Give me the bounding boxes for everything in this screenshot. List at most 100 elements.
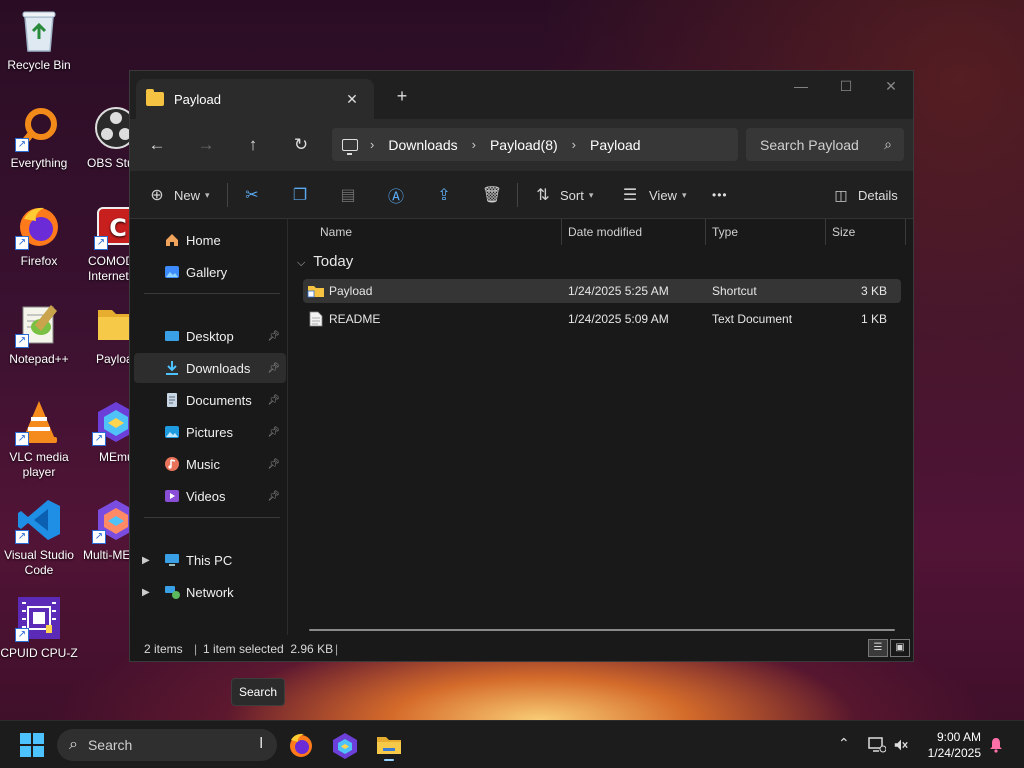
cut-button[interactable]: ✂ [241, 181, 263, 209]
search-input[interactable]: Search Payload ⌕ [746, 128, 904, 161]
close-window-button[interactable]: ✕ [868, 71, 914, 103]
videos-icon [165, 490, 179, 502]
desktop-icon-notepadpp[interactable]: ↗ Notepad++ [0, 300, 78, 367]
show-hidden-icons-button[interactable]: ⌃ [838, 735, 850, 752]
column-header-size[interactable]: Size [832, 219, 855, 245]
column-divider[interactable] [825, 219, 826, 245]
sidebar-divider [144, 293, 280, 294]
notepadpp-icon: ↗ [15, 300, 63, 348]
sidebar-item-desktop[interactable]: Desktop 📌︎ [134, 321, 286, 351]
desktop-icon-obs[interactable]: OBS Stu [78, 104, 130, 171]
sidebar-item-this-pc[interactable]: ▶ This PC [134, 545, 286, 575]
taskbar-memu-icon[interactable] [329, 729, 361, 761]
details-pane-icon: ◫ [834, 186, 848, 203]
desktop-icon-memu[interactable]: ↗ MEmu [84, 398, 130, 465]
delete-button[interactable]: 🗑︎ [481, 181, 503, 209]
recycle-bin-icon [15, 6, 63, 54]
details-view-button[interactable]: ☰ [868, 639, 888, 657]
taskbar-search-input[interactable]: ⌕ Search I [57, 729, 277, 761]
desktop-icon-label: COMOD Internet [88, 254, 130, 283]
chevron-right-icon[interactable]: ▶ [142, 555, 150, 566]
column-divider[interactable] [561, 219, 562, 245]
view-label: View [649, 187, 677, 203]
taskbar-firefox-icon[interactable] [285, 729, 317, 761]
desktop-icon-vlc[interactable]: ↗ VLC media player [0, 398, 78, 480]
sidebar-item-pictures[interactable]: Pictures 📌︎ [134, 417, 286, 447]
system-clock[interactable]: 9:00 AM 1/24/2025 [928, 729, 981, 761]
large-icons-view-button[interactable]: ▣ [890, 639, 910, 657]
taskbar-file-explorer-icon[interactable] [373, 729, 405, 761]
column-divider[interactable] [905, 219, 906, 245]
sidebar-item-label: Desktop [186, 328, 234, 344]
desktop-icon-payload-folder[interactable]: Payloa [82, 300, 130, 367]
file-type: Text Document [712, 312, 793, 326]
sidebar-item-videos[interactable]: Videos 📌︎ [134, 481, 286, 511]
column-header-date-modified[interactable]: Date modified [568, 219, 642, 245]
see-more-button[interactable]: ••• [712, 181, 728, 209]
music-icon [165, 457, 179, 471]
taskbar: ⌕ Search I ⌃ 9:00 AM 1/24/2025 [0, 720, 1024, 768]
new-label: New [174, 187, 201, 203]
start-button[interactable] [20, 733, 44, 757]
column-header-type[interactable]: Type [712, 219, 738, 245]
home-icon [166, 234, 178, 246]
paste-button[interactable]: ▤ [337, 181, 359, 209]
horizontal-scrollbar[interactable] [309, 629, 895, 631]
sidebar-item-music[interactable]: Music 📌︎ [134, 449, 286, 479]
address-bar[interactable]: › Downloads › Payload(8) › Payload [332, 128, 738, 161]
new-tab-button[interactable]: + [388, 85, 416, 109]
navigation-bar: ← → ↑ ↻ › Downloads › Payload(8) › Paylo… [130, 119, 913, 171]
table-row[interactable]: README 1/24/2025 5:09 AM Text Document 1… [303, 307, 901, 331]
group-header-today[interactable]: ⌵ Today [297, 253, 353, 270]
maximize-button[interactable]: ☐ [823, 71, 869, 103]
desktop-icon-label: VLC media player [9, 450, 69, 479]
column-header-name[interactable]: Name [320, 219, 352, 245]
breadcrumb-payload[interactable]: Payload [590, 137, 641, 153]
desktop-icon-everything[interactable]: ↗ Everything [0, 104, 78, 171]
back-button[interactable]: ← [142, 131, 172, 159]
obs-icon [92, 104, 130, 152]
chevron-right-icon[interactable]: ▶ [142, 587, 150, 598]
network-status-icon[interactable] [868, 737, 886, 753]
details-pane-button[interactable]: ◫ Details [830, 181, 897, 209]
new-button[interactable]: ⊕ New ▾ [146, 181, 209, 209]
desktop-icon-comodo[interactable]: C ↗ COMOD Internet [80, 202, 130, 284]
sidebar-item-label: Network [186, 584, 234, 600]
column-divider[interactable] [705, 219, 706, 245]
copy-icon: ❐ [292, 187, 308, 204]
desktop-icon-recycle-bin[interactable]: Recycle Bin [0, 6, 78, 73]
sidebar-item-gallery[interactable]: Gallery [134, 257, 286, 287]
sort-button[interactable]: ⇅ Sort ▾ [532, 181, 593, 209]
up-button[interactable]: ↑ [238, 131, 268, 159]
breadcrumb-downloads[interactable]: Downloads [388, 137, 457, 153]
folder-icon [146, 89, 164, 106]
volume-muted-icon[interactable] [893, 737, 909, 753]
minimize-button[interactable]: — [778, 71, 824, 103]
tab-payload[interactable]: Payload ✕ [136, 79, 374, 119]
sidebar-item-downloads[interactable]: Downloads 📌︎ [134, 353, 286, 383]
forward-button[interactable]: → [191, 131, 221, 159]
table-row[interactable]: Payload 1/24/2025 5:25 AM Shortcut 3 KB [303, 279, 901, 303]
clipboard-icon: ▤ [340, 187, 356, 204]
view-button[interactable]: ☰ View ▾ [619, 181, 687, 209]
refresh-button[interactable]: ↻ [286, 131, 316, 159]
share-button[interactable]: ⇪ [433, 181, 455, 209]
search-icon: ⌕ [69, 736, 78, 753]
sidebar-item-documents[interactable]: Documents 📌︎ [134, 385, 286, 415]
desktop-icon-multi-memu[interactable]: ↗ Multi-ME [82, 496, 130, 563]
search-placeholder: Search Payload [760, 136, 859, 153]
breadcrumb-payload8[interactable]: Payload(8) [490, 137, 558, 153]
status-bar: 2 items | 1 item selected 2.96 KB | ☰ ▣ [130, 635, 913, 661]
desktop-icon-vscode[interactable]: ↗ Visual Studio Code [0, 496, 78, 578]
rename-button[interactable]: Ⓐ [385, 181, 407, 209]
close-tab-icon[interactable]: ✕ [340, 87, 364, 111]
desktop-icon-firefox[interactable]: ↗ Firefox [0, 202, 78, 269]
windows-logo-icon [20, 733, 31, 744]
desktop-icon-cpuz[interactable]: ↗ CPUID CPU-Z [0, 594, 78, 661]
copy-button[interactable]: ❐ [289, 181, 311, 209]
sidebar-item-network[interactable]: ▶ Network [134, 577, 286, 607]
notifications-bell-icon[interactable] [988, 737, 1004, 753]
file-explorer-window: Payload ✕ + — ☐ ✕ ← → ↑ ↻ › Downloads › … [129, 70, 914, 662]
text-document-icon [309, 311, 323, 327]
sidebar-item-home[interactable]: Home [134, 225, 286, 255]
